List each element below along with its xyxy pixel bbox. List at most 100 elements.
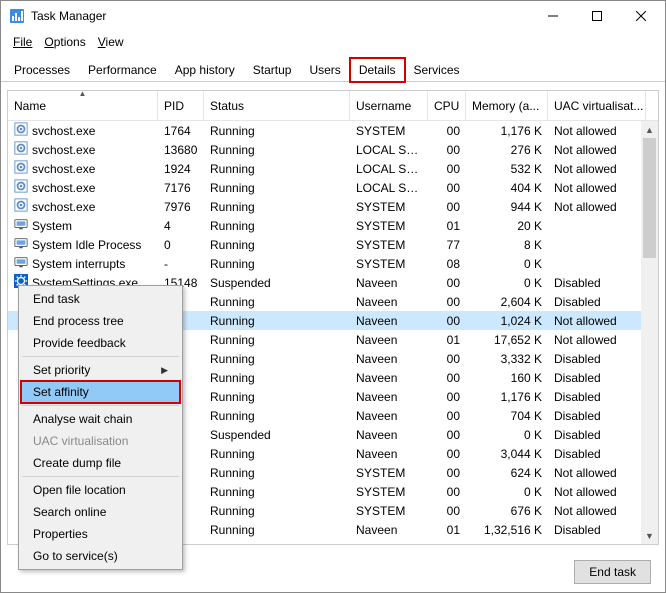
ctx-end-process-tree[interactable]: End process tree xyxy=(21,310,180,332)
ctx-properties[interactable]: Properties xyxy=(21,523,180,545)
cell-memory: 116 K xyxy=(466,541,548,545)
menu-file[interactable]: File xyxy=(7,33,38,51)
table-row[interactable]: svchost.exe1924RunningLOCAL SE...00532 K… xyxy=(8,159,658,178)
column-header-status[interactable]: Status xyxy=(204,91,350,120)
cell-uac: Disabled xyxy=(548,522,646,538)
title-bar: Task Manager xyxy=(1,1,665,31)
cell-cpu: 00 xyxy=(428,123,466,139)
cell-uac: Disabled xyxy=(548,427,646,443)
ctx-create-dump-file[interactable]: Create dump file xyxy=(21,452,180,474)
cell-pid: 13680 xyxy=(158,142,204,158)
ctx-analyse-wait-chain[interactable]: Analyse wait chain xyxy=(21,408,180,430)
cell-username: Naveen xyxy=(350,370,428,386)
vertical-scrollbar[interactable]: ▲ ▼ xyxy=(641,121,658,544)
tab-startup[interactable]: Startup xyxy=(244,58,301,82)
column-header-uac[interactable]: UAC virtualisat... xyxy=(548,91,646,120)
tab-processes[interactable]: Processes xyxy=(5,58,79,82)
cell-username: Naveen xyxy=(350,294,428,310)
window-title: Task Manager xyxy=(31,9,531,23)
cell-name: svchost.exe xyxy=(8,121,158,140)
ctx-separator xyxy=(22,405,179,406)
scroll-up-icon[interactable]: ▲ xyxy=(641,121,658,138)
cell-memory: 1,176 K xyxy=(466,389,548,405)
cell-username: Naveen xyxy=(350,389,428,405)
column-header-memory[interactable]: Memory (a... xyxy=(466,91,548,120)
cell-status: Running xyxy=(204,332,350,348)
cell-uac: Not allowed xyxy=(548,161,646,177)
table-row[interactable]: svchost.exe13680RunningLOCAL SE...00276 … xyxy=(8,140,658,159)
cell-memory: 704 K xyxy=(466,408,548,424)
cell-cpu: 00 xyxy=(428,427,466,443)
tab-performance[interactable]: Performance xyxy=(79,58,166,82)
process-icon xyxy=(14,198,28,215)
cell-uac xyxy=(548,263,646,265)
cell-cpu: 00 xyxy=(428,503,466,519)
cell-name: System interrupts xyxy=(8,254,158,273)
cell-uac: Not allowed xyxy=(548,465,646,481)
cell-uac: Disabled xyxy=(548,389,646,405)
minimize-button[interactable] xyxy=(531,1,575,31)
table-row[interactable]: System interrupts-RunningSYSTEM080 K xyxy=(8,254,658,273)
cell-username: Naveen xyxy=(350,275,428,291)
cell-cpu: 00 xyxy=(428,161,466,177)
tab-users[interactable]: Users xyxy=(300,58,349,82)
cell-username: LOCAL SE... xyxy=(350,161,428,177)
menu-view[interactable]: View xyxy=(92,33,130,51)
table-row[interactable]: svchost.exe1764RunningSYSTEM001,176 KNot… xyxy=(8,121,658,140)
cell-status: Running xyxy=(204,256,350,272)
close-button[interactable] xyxy=(619,1,663,31)
cell-status: Running xyxy=(204,161,350,177)
column-header-pid[interactable]: PID xyxy=(158,91,204,120)
column-header-username[interactable]: Username xyxy=(350,91,428,120)
table-row[interactable]: System4RunningSYSTEM0120 K xyxy=(8,216,658,235)
cell-memory: 276 K xyxy=(466,142,548,158)
cell-cpu: 00 xyxy=(428,180,466,196)
cell-status: Running xyxy=(204,541,350,545)
maximize-button[interactable] xyxy=(575,1,619,31)
ctx-end-task[interactable]: End task xyxy=(21,288,180,310)
ctx-provide-feedback[interactable]: Provide feedback xyxy=(21,332,180,354)
table-row[interactable]: System Idle Process0RunningSYSTEM778 K xyxy=(8,235,658,254)
cell-status: Running xyxy=(204,294,350,310)
ctx-set-affinity[interactable]: Set affinity xyxy=(21,381,180,403)
cell-memory: 404 K xyxy=(466,180,548,196)
cell-status: Running xyxy=(204,237,350,253)
submenu-arrow-icon: ▶ xyxy=(161,365,168,376)
cell-name: svchost.exe xyxy=(8,159,158,178)
cell-uac: Not allowed xyxy=(548,313,646,329)
cell-status: Running xyxy=(204,370,350,386)
cell-name: svchost.exe xyxy=(8,140,158,159)
scrollbar-thumb[interactable] xyxy=(643,138,656,258)
cell-memory: 0 K xyxy=(466,484,548,500)
cell-username: Naveen xyxy=(350,427,428,443)
cell-username: SYSTEM xyxy=(350,465,428,481)
table-row[interactable]: svchost.exe7976RunningSYSTEM00944 KNot a… xyxy=(8,197,658,216)
cell-username: SYSTEM xyxy=(350,237,428,253)
table-row[interactable]: svchost.exe7176RunningLOCAL SE...00404 K… xyxy=(8,178,658,197)
ctx-go-to-services[interactable]: Go to service(s) xyxy=(21,545,180,567)
cell-pid: 7176 xyxy=(158,180,204,196)
tab-app-history[interactable]: App history xyxy=(166,58,244,82)
cell-username: LOCAL SE... xyxy=(350,180,428,196)
ctx-search-online[interactable]: Search online xyxy=(21,501,180,523)
cell-uac: Disabled xyxy=(548,408,646,424)
cell-status: Running xyxy=(204,123,350,139)
process-icon xyxy=(14,141,28,158)
menu-options[interactable]: Options xyxy=(38,33,91,51)
cell-cpu: 01 xyxy=(428,218,466,234)
cell-cpu: 00 xyxy=(428,142,466,158)
context-menu: End task End process tree Provide feedba… xyxy=(18,285,183,570)
cell-memory: 0 K xyxy=(466,256,548,272)
ctx-open-file-location[interactable]: Open file location xyxy=(21,479,180,501)
end-task-button[interactable]: End task xyxy=(574,560,651,584)
cell-username: SYSTEM xyxy=(350,484,428,500)
scroll-down-icon[interactable]: ▼ xyxy=(641,527,658,544)
column-header-cpu[interactable]: CPU xyxy=(428,91,466,120)
tab-details[interactable]: Details xyxy=(350,58,405,82)
cell-uac: Not allowed xyxy=(548,142,646,158)
ctx-set-priority[interactable]: Set priority▶ xyxy=(21,359,180,381)
tab-services[interactable]: Services xyxy=(405,58,469,82)
column-header-name[interactable]: ▲Name xyxy=(8,91,158,120)
menu-bar: File Options View xyxy=(1,31,665,57)
cell-name: System Idle Process xyxy=(8,235,158,254)
